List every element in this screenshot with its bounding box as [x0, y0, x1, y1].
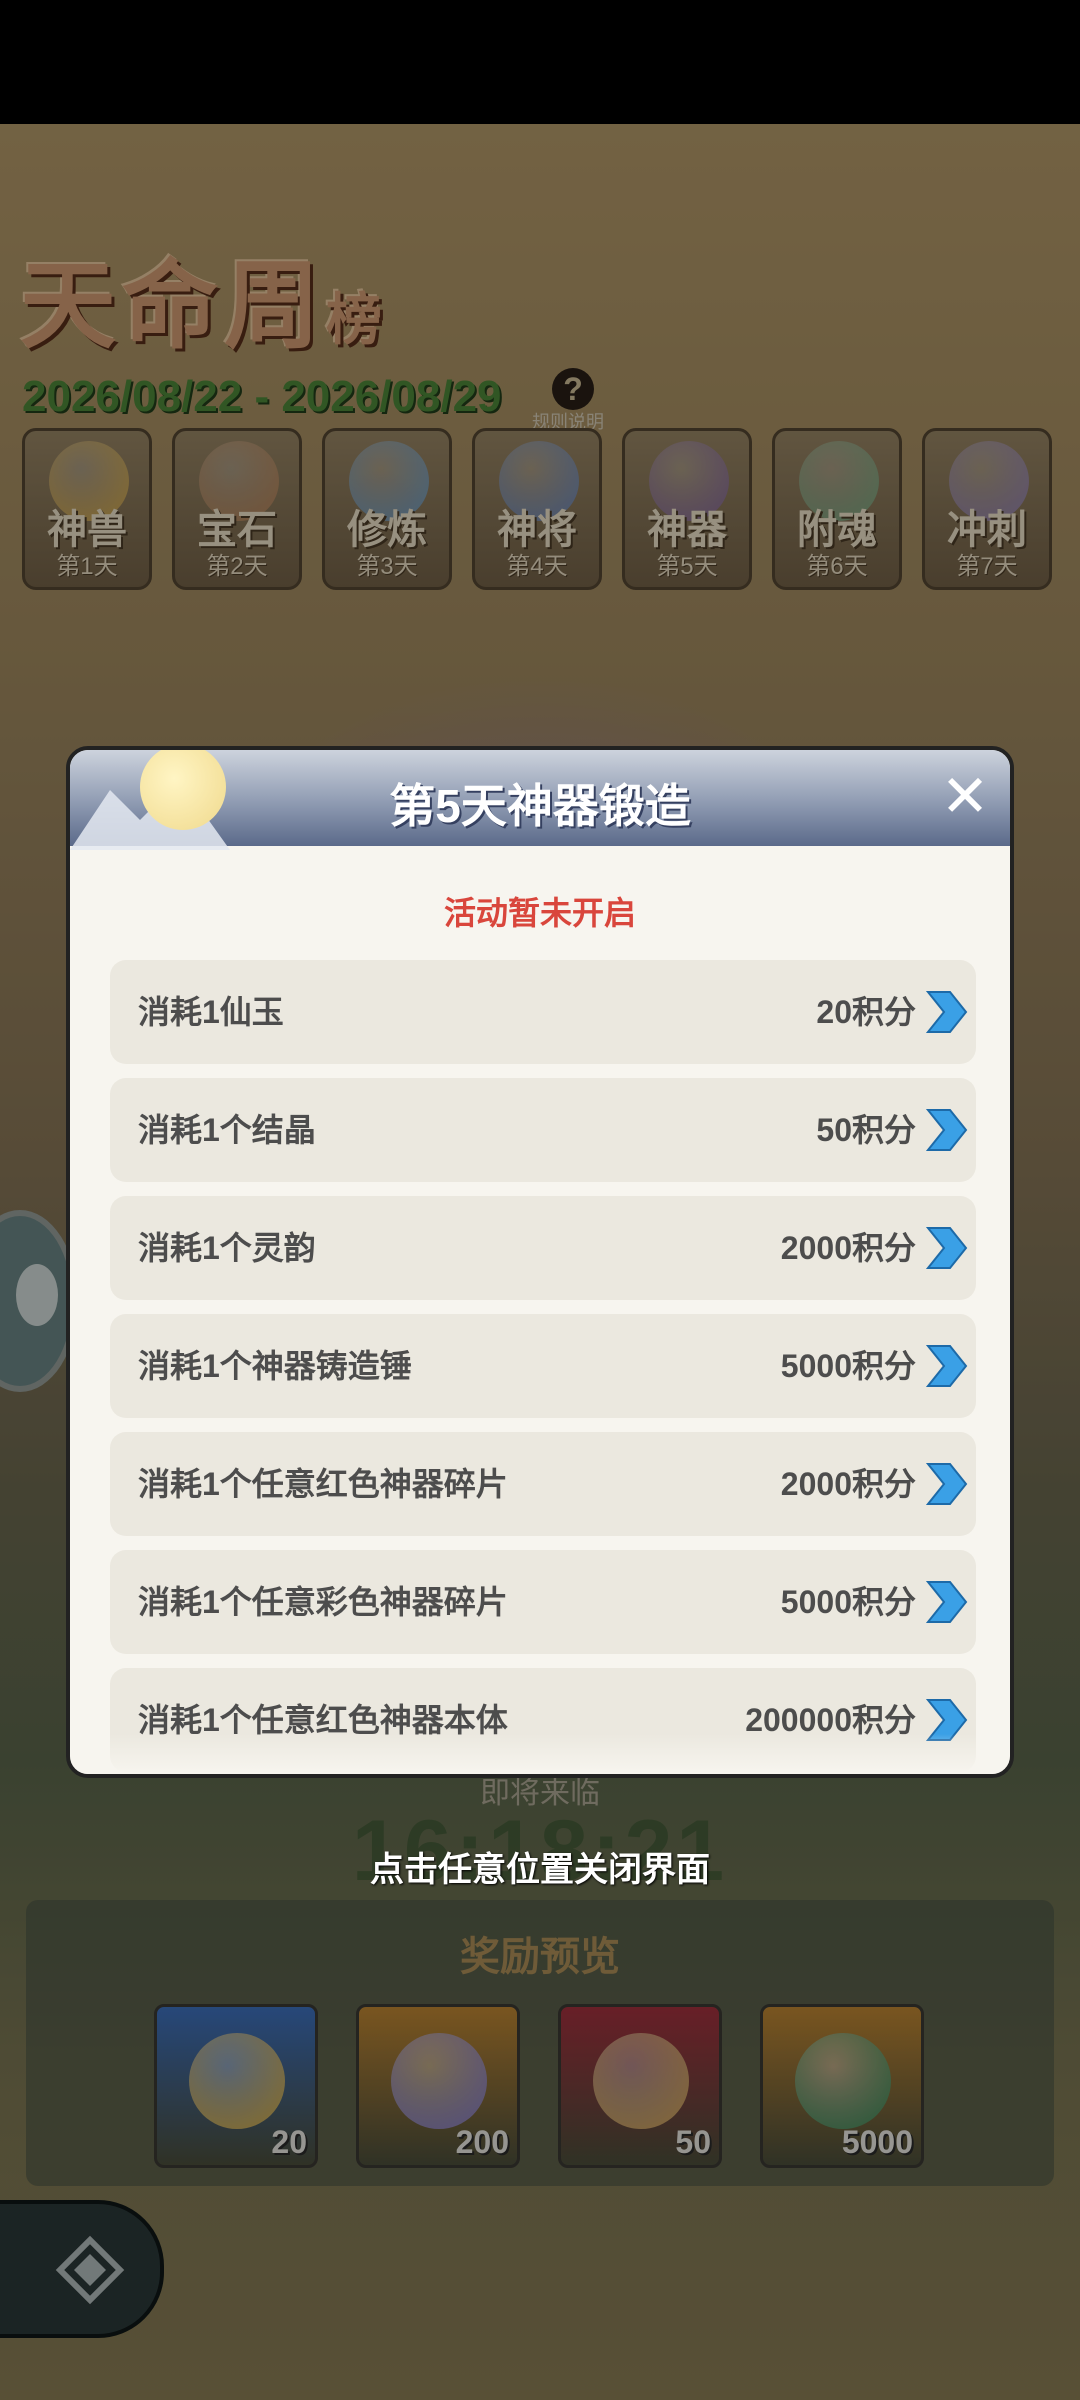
task-label: 消耗1个任意红色神器碎片 — [138, 1466, 508, 1502]
task-label: 消耗1个任意彩色神器碎片 — [138, 1584, 508, 1620]
close-hint: 点击任意位置关闭界面 — [370, 1851, 710, 1889]
task-row[interactable]: 消耗1个任意彩色神器碎片 5000积分 — [110, 1550, 976, 1654]
task-points: 2000积分 — [780, 1466, 916, 1502]
task-points: 20积分 — [816, 994, 916, 1030]
modal-header: 第5天神器锻造 ✕ — [70, 750, 1010, 850]
task-row[interactable]: 消耗1个灵韵 2000积分 — [110, 1196, 976, 1300]
chevron-right-icon — [925, 1581, 968, 1623]
task-row[interactable]: 消耗1仙玉 20积分 — [110, 960, 976, 1064]
chevron-right-icon — [925, 991, 968, 1033]
task-points: 2000积分 — [780, 1230, 916, 1266]
modal-title: 第5天神器锻造 — [389, 780, 691, 832]
task-label: 消耗1个神器铸造锤 — [138, 1348, 412, 1384]
close-button[interactable]: ✕ — [936, 768, 994, 826]
task-label: 消耗1个灵韵 — [138, 1230, 316, 1266]
forge-modal: 第5天神器锻造 ✕ 活动暂未开启 消耗1仙玉 20积分 消耗1个结晶 50积分 … — [66, 746, 1014, 1778]
task-points: 50积分 — [816, 1112, 916, 1148]
chevron-right-icon — [925, 1345, 968, 1387]
task-row[interactable]: 消耗1个神器铸造锤 5000积分 — [110, 1314, 976, 1418]
task-points: 5000积分 — [780, 1584, 916, 1620]
chevron-right-icon — [925, 1109, 968, 1151]
chevron-right-icon — [925, 1463, 968, 1505]
task-label: 消耗1个结晶 — [138, 1112, 316, 1148]
task-label: 消耗1仙玉 — [138, 994, 284, 1030]
chevron-right-icon — [925, 1227, 968, 1269]
task-row[interactable]: 消耗1个任意红色神器碎片 2000积分 — [110, 1432, 976, 1536]
list-fade — [70, 1734, 1010, 1774]
task-points: 5000积分 — [780, 1348, 916, 1384]
task-row[interactable]: 消耗1个结晶 50积分 — [110, 1078, 976, 1182]
status-bar — [0, 0, 1080, 124]
activity-status-message: 活动暂未开启 — [443, 895, 636, 931]
